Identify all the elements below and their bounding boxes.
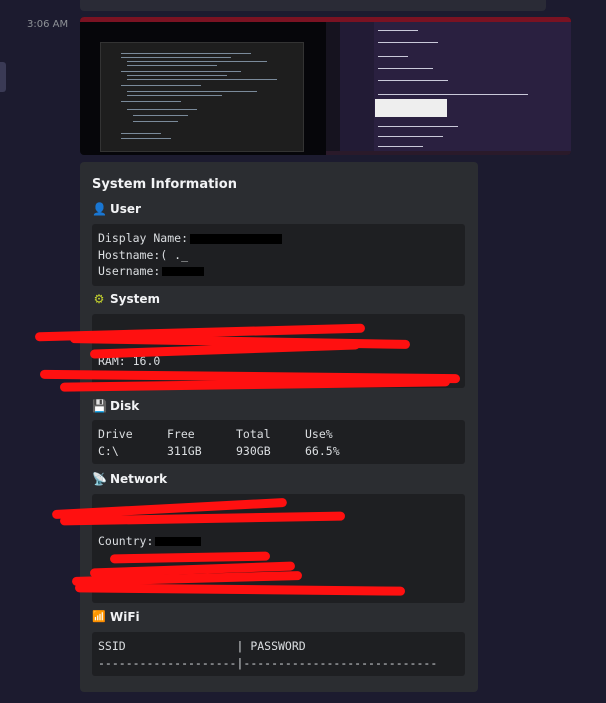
user-heading-label: User — [110, 202, 141, 216]
disk-cell-drive: C:\ — [98, 443, 119, 458]
network-heading-label: Network — [110, 472, 168, 486]
disk-cell-total: 930GB — [236, 443, 271, 458]
disk-cell-free: 311GB — [167, 443, 202, 458]
cpu-icon: ⚙ — [93, 292, 105, 306]
screenshot-input-bar — [326, 151, 571, 155]
wifi-separator-line: --------------------|-------------------… — [98, 655, 438, 670]
wifi-code-block: SSID | PASSWORD --------------------|---… — [92, 632, 465, 676]
disk-col-free: Free — [167, 427, 195, 441]
disk-cell-use: 66.5% — [305, 443, 340, 458]
screenshot-channel-list — [340, 22, 374, 155]
embed-title: System Information — [92, 177, 237, 192]
network-field-heading: 📡 Network — [92, 472, 167, 486]
screenshot-attachment[interactable] — [80, 17, 571, 155]
system-info-embed: System Information 👤 User Display Name: … — [34, 162, 478, 692]
disk-code-block: Drive Free Total Use% C:\ 311GB 930GB 66… — [92, 420, 465, 464]
screenshot-discord-window — [326, 22, 571, 155]
disk-col-drive: Drive — [98, 427, 133, 441]
chat-area: 3:06 AM System Information 👤 User Displa… — [0, 0, 606, 703]
wifi-heading-label: WiFi — [110, 610, 140, 624]
disk-table: Drive Free Total Use% C:\ 311GB 930GB 66… — [98, 426, 459, 459]
previous-embed — [80, 0, 546, 11]
signal-bars-icon: 📶 — [92, 610, 106, 623]
message-timestamp: 3:06 AM — [27, 19, 69, 30]
user-icon: 👤 — [92, 202, 107, 216]
disk-col-use: Use% — [305, 427, 333, 441]
system-field-heading: ⚙ System — [92, 292, 160, 306]
system-heading-label: System — [110, 292, 160, 306]
country-label: Country: — [98, 534, 154, 548]
disk-heading-label: Disk — [110, 399, 140, 413]
disk-field-heading: 💾 Disk — [92, 399, 139, 413]
redaction — [190, 233, 283, 244]
hostname-partial: ( ._ — [160, 247, 189, 262]
screenshot-server-list — [326, 22, 340, 155]
scroll-indicator[interactable] — [0, 62, 6, 92]
redaction — [162, 267, 205, 276]
hostname-label: Hostname: — [98, 247, 161, 262]
redaction — [155, 537, 202, 546]
username-label: Username: — [98, 264, 161, 278]
floppy-disk-icon: 💾 — [92, 399, 107, 413]
display-name-label: Display Name: — [98, 231, 189, 245]
screenshot-code-editor — [100, 42, 304, 152]
wifi-header-line: SSID | PASSWORD — [98, 639, 306, 653]
wifi-field-heading: 📶 WiFi — [92, 610, 140, 624]
satellite-icon: 📡 — [92, 472, 107, 486]
user-field-heading: 👤 User — [92, 202, 141, 216]
disk-col-total: Total — [236, 427, 271, 441]
screenshot-embed-card — [375, 99, 447, 117]
user-code-block: Display Name: Hostname:( ._ Username: — [92, 224, 465, 286]
